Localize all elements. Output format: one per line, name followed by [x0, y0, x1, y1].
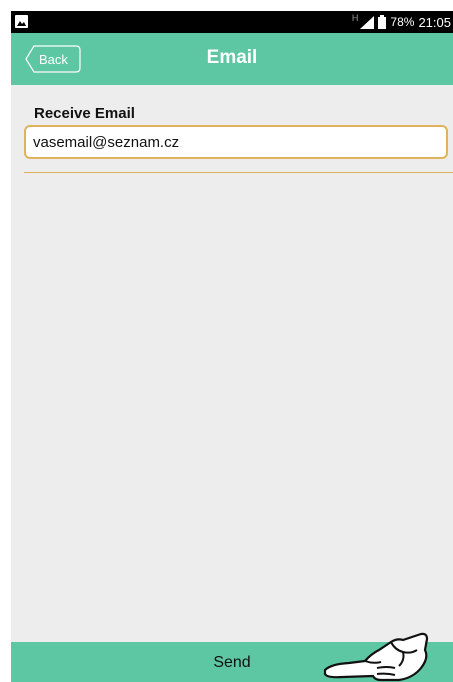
- status-bar: H 78% 21:05: [11, 11, 453, 33]
- image-icon: [15, 15, 28, 28]
- receive-email-label: Receive Email: [34, 105, 135, 122]
- network-type: H: [351, 13, 359, 23]
- battery-percent: 78%: [390, 15, 415, 29]
- email-field[interactable]: [24, 125, 448, 159]
- pointing-hand-icon: [323, 632, 429, 682]
- page-title: Email: [206, 47, 258, 68]
- nav-bar: Back Email: [11, 33, 453, 85]
- divider: [24, 172, 453, 173]
- app-screen: H 78% 21:05 Back Email Receive Email Sen…: [11, 11, 453, 682]
- send-button[interactable]: Send: [11, 632, 453, 682]
- signal-icon: [360, 15, 375, 29]
- clock: 21:05: [418, 14, 451, 30]
- status-indicators: H 78% 21:05: [352, 11, 451, 33]
- battery-icon: [378, 15, 387, 29]
